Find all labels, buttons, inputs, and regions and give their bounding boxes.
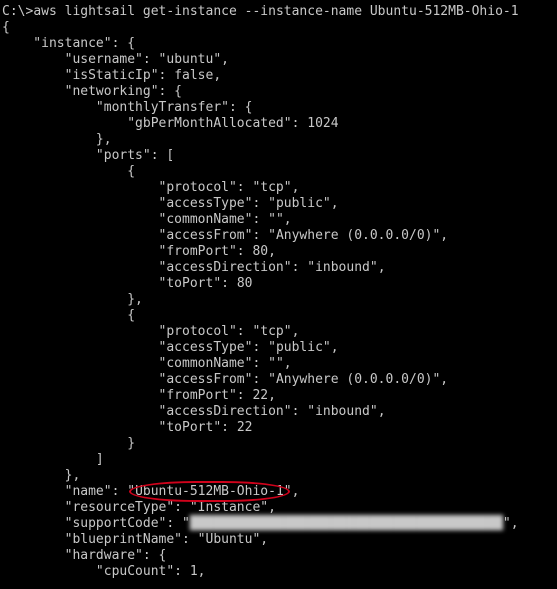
- json-value: 80: [237, 276, 253, 291]
- json-value: public: [276, 196, 323, 211]
- json-value: Instance: [198, 500, 261, 515]
- prompt: C:\>: [2, 4, 33, 19]
- redacted-support-code: ████████████████████████████████████████: [190, 516, 503, 531]
- json-value: 22: [237, 420, 253, 435]
- json-value: Anywhere (0.0.0.0/0): [276, 228, 433, 243]
- json-value: public: [276, 340, 323, 355]
- json-value: false: [174, 68, 213, 83]
- terminal-output: C:\>aws lightsail get-instance --instanc…: [0, 0, 557, 584]
- json-value: 1: [190, 564, 198, 579]
- json-value: 1024: [307, 116, 338, 131]
- json-value: inbound: [315, 404, 370, 419]
- json-value: tcp: [260, 324, 283, 339]
- json-value: ubuntu: [166, 52, 213, 67]
- json-value: inbound: [315, 260, 370, 275]
- command-line: aws lightsail get-instance --instance-na…: [33, 4, 518, 19]
- json-value: 80: [252, 244, 268, 259]
- json-value: Ubuntu: [206, 532, 253, 547]
- json-value: tcp: [260, 180, 283, 195]
- highlighted-name-value: Ubuntu-512MB-Ohio-1: [135, 484, 284, 499]
- json-value: 22: [252, 388, 268, 403]
- json-value: Anywhere (0.0.0.0/0): [276, 372, 433, 387]
